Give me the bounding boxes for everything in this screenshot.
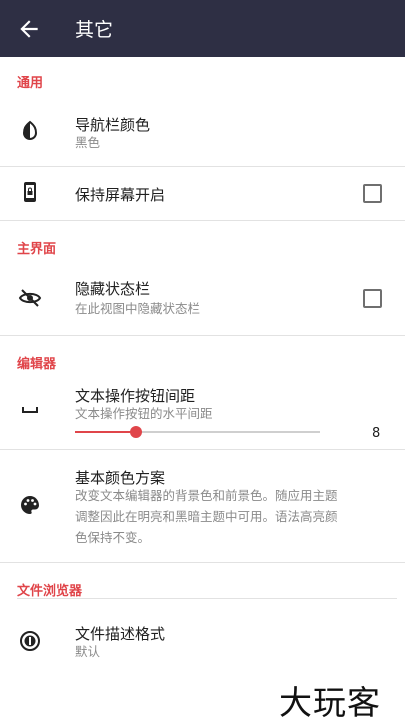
contrast-icon bbox=[22, 120, 38, 140]
back-arrow-icon[interactable] bbox=[16, 16, 42, 42]
slider-value: 8 bbox=[372, 426, 381, 441]
eye-off-icon bbox=[18, 289, 42, 307]
setting-subtitle-line: 色保持不变。 bbox=[75, 530, 151, 545]
section-header-file-browser: 文件浏览器 bbox=[17, 584, 83, 599]
hide-statusbar-checkbox[interactable] bbox=[363, 289, 382, 308]
phone-lock-icon bbox=[24, 182, 36, 202]
slider-thumb[interactable] bbox=[130, 426, 142, 438]
palette-icon bbox=[21, 496, 39, 514]
keep-screen-on-checkbox[interactable] bbox=[363, 184, 382, 203]
watermark-logo: 大玩客 bbox=[279, 683, 381, 722]
setting-subtitle: 默认 bbox=[75, 644, 101, 659]
page-title: 其它 bbox=[75, 19, 114, 41]
divider bbox=[0, 166, 405, 167]
section-header-main-ui: 主界面 bbox=[17, 242, 57, 257]
divider bbox=[0, 562, 405, 563]
spacing-slider[interactable] bbox=[75, 426, 320, 438]
divider bbox=[17, 598, 397, 599]
setting-subtitle-line: 改变文本编辑器的背景色和前景色。随应用主题 bbox=[75, 488, 338, 503]
divider bbox=[0, 335, 405, 336]
setting-subtitle: 黑色 bbox=[75, 135, 101, 150]
setting-subtitle: 文本操作按钮的水平间距 bbox=[75, 406, 213, 421]
setting-title: 保持屏幕开启 bbox=[75, 186, 166, 204]
space-bar-icon bbox=[22, 407, 38, 413]
setting-subtitle: 在此视图中隐藏状态栏 bbox=[75, 301, 201, 316]
section-header-editor: 编辑器 bbox=[17, 357, 57, 372]
section-header-general: 通用 bbox=[17, 76, 44, 91]
app-bar: 其它 bbox=[0, 0, 405, 57]
slider-fill bbox=[75, 431, 136, 433]
divider bbox=[0, 449, 405, 450]
setting-title: 隐藏状态栏 bbox=[75, 280, 151, 298]
info-circle-icon bbox=[20, 631, 40, 651]
divider bbox=[0, 220, 405, 221]
setting-subtitle-line: 调整因此在明亮和黑暗主题中可用。语法高亮颜 bbox=[75, 509, 338, 524]
